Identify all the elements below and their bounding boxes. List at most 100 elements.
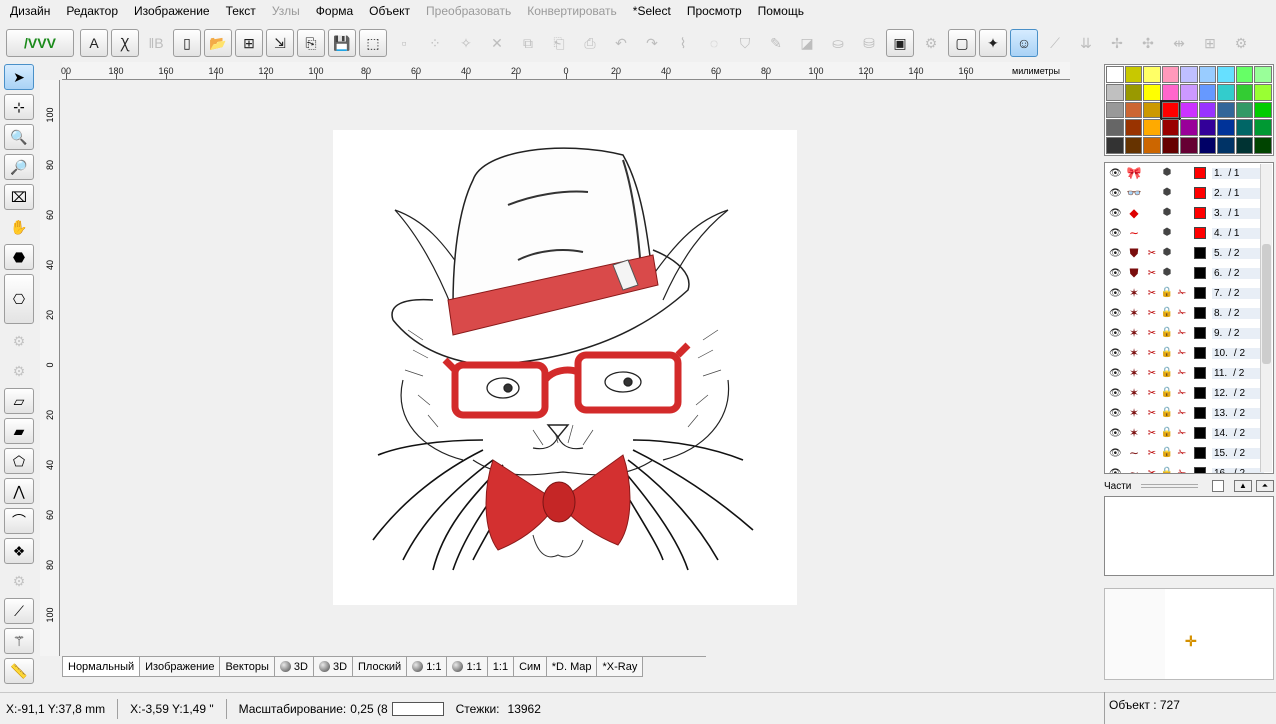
color-swatch[interactable] [1198, 83, 1217, 101]
object-row[interactable]: 👁 ∼ ✂ 🔒 ✁ 16. / 2 [1105, 463, 1273, 474]
color-swatch[interactable] [1217, 83, 1235, 101]
color-swatch[interactable] [1143, 137, 1161, 154]
parts-top-button[interactable]: ⏶ [1256, 480, 1274, 492]
menu-item[interactable]: Просмотр [679, 0, 750, 22]
color-swatch[interactable] [1124, 119, 1143, 137]
save-button[interactable]: 💾 [328, 29, 356, 57]
bucket-icon[interactable]: ⛀ [824, 29, 852, 57]
text-tool-button[interactable]: A [80, 29, 108, 57]
node-select-icon[interactable]: ✧ [452, 29, 480, 57]
eye-icon[interactable]: 👁 [1109, 308, 1122, 319]
menu-item[interactable]: Дизайн [2, 0, 58, 22]
scissors-icon[interactable]: ✂ [1146, 308, 1158, 319]
color-swatch[interactable] [1143, 83, 1161, 101]
paste-icon[interactable]: ⎗ [545, 29, 573, 57]
stitch-type-icon[interactable]: ⬢ [1160, 207, 1174, 219]
lock-icon[interactable]: 🔒 [1160, 327, 1174, 339]
color-swatch[interactable] [1143, 66, 1161, 83]
undo-icon[interactable]: ↶ [607, 29, 635, 57]
fill-icon[interactable]: ◪ [793, 29, 821, 57]
object-row[interactable]: 👁 ✶ ✂ 🔒 ✁ 11. / 2 [1105, 363, 1273, 383]
scissors-icon[interactable]: ✂ [1146, 248, 1158, 259]
color-swatch[interactable] [1143, 101, 1161, 119]
paste-special-icon[interactable]: ⎙ [576, 29, 604, 57]
scissors-icon[interactable]: ✂ [1146, 388, 1158, 399]
object-color-box[interactable] [1194, 247, 1206, 259]
eye-icon[interactable]: 👁 [1109, 408, 1122, 419]
object-color-box[interactable] [1194, 467, 1206, 473]
lock-icon[interactable]: 🔒 [1160, 407, 1174, 419]
color-swatch[interactable] [1124, 137, 1143, 154]
object-row[interactable]: 👁 ⛊ ✂ ⬢ 6. / 2 [1105, 263, 1273, 283]
arrows-down-icon[interactable]: ⇊ [1072, 29, 1100, 57]
lock-icon[interactable]: 🔒 [1160, 387, 1174, 399]
view-tab[interactable]: *X-Ray [596, 657, 644, 677]
eye-icon[interactable]: 👁 [1109, 208, 1122, 219]
menu-item[interactable]: Конвертировать [519, 0, 625, 22]
color-swatch[interactable] [1106, 137, 1124, 154]
select-rect-icon[interactable]: ▫ [390, 29, 418, 57]
scissors-icon[interactable]: ✂ [1146, 328, 1158, 339]
object-color-box[interactable] [1194, 447, 1206, 459]
view-tab[interactable]: 3D [273, 657, 314, 677]
scrollbar-thumb[interactable] [1262, 244, 1271, 364]
color-swatch[interactable] [1198, 119, 1217, 137]
eye-icon[interactable]: 👁 [1109, 288, 1122, 299]
zigzag-tool[interactable]: ⋀ [4, 478, 34, 504]
object-row[interactable]: 👁 ✶ ✂ 🔒 ✁ 9. / 2 [1105, 323, 1273, 343]
object-row[interactable]: 👁 ✶ ✂ 🔒 ✁ 12. / 2 [1105, 383, 1273, 403]
object-color-box[interactable] [1194, 187, 1206, 199]
lock-icon[interactable]: 🔒 [1160, 307, 1174, 319]
color-swatch[interactable] [1217, 66, 1235, 83]
lock-icon[interactable]: 🔒 [1160, 427, 1174, 439]
color-swatch[interactable] [1235, 137, 1254, 154]
eye-icon[interactable]: 👁 [1109, 348, 1122, 359]
eye-icon[interactable]: 👁 [1109, 228, 1122, 239]
region-tool[interactable]: ⬠ [4, 448, 34, 474]
view-tab[interactable]: Изображение [139, 657, 221, 677]
settings-icon[interactable]: ⚙ [1227, 29, 1255, 57]
view-tab[interactable]: Нормальный [62, 657, 141, 677]
lasso-icon[interactable]: ⁘ [421, 29, 449, 57]
stitch-type-icon[interactable]: ⬢ [1160, 227, 1174, 239]
color-swatch[interactable] [1235, 101, 1254, 119]
lock-icon[interactable]: 🔒 [1160, 447, 1174, 459]
object-color-box[interactable] [1194, 167, 1206, 179]
eye-icon[interactable]: 👁 [1109, 368, 1122, 379]
scissors-icon[interactable]: ✂ [1146, 348, 1158, 359]
object-row[interactable]: 👁 ∼ ⬢ 4. / 1 [1105, 223, 1273, 243]
lock-icon[interactable]: 🔒 [1160, 467, 1174, 473]
menu-item[interactable]: Текст [218, 0, 264, 22]
node-tool[interactable]: ⊹ [4, 94, 34, 120]
stitch-type-icon[interactable]: ⬢ [1160, 247, 1174, 259]
scissors-icon[interactable]: ✂ [1146, 288, 1158, 299]
lock-icon[interactable]: 🔒 [1160, 287, 1174, 299]
parts-up-button[interactable]: ▲ [1234, 480, 1252, 492]
menu-item[interactable]: Преобразовать [418, 0, 519, 22]
view-tab[interactable]: Векторы [219, 657, 275, 677]
preview-button[interactable]: ▣ [886, 29, 914, 57]
eye-icon[interactable]: 👁 [1109, 248, 1122, 259]
spread-icon[interactable]: ✣ [1134, 29, 1162, 57]
view-tab[interactable]: *D. Map [545, 657, 598, 677]
scissors-icon[interactable]: ✂ [1146, 428, 1158, 439]
copy-icon[interactable]: ⧉ [514, 29, 542, 57]
color-swatch[interactable] [1106, 101, 1124, 119]
object-list-scrollbar[interactable] [1260, 164, 1272, 472]
color-swatch[interactable] [1124, 66, 1143, 83]
motif-tool[interactable]: ❖ [4, 538, 34, 564]
color-swatch[interactable] [1124, 101, 1143, 119]
align-text-button[interactable]: ǁB [142, 29, 170, 57]
grid-icon[interactable]: ⊞ [1196, 29, 1224, 57]
eye-icon[interactable]: 👁 [1109, 468, 1122, 474]
color-swatch[interactable] [1106, 66, 1124, 83]
menu-item[interactable]: *Select [625, 0, 679, 22]
frame-button[interactable]: ▢ [948, 29, 976, 57]
object-color-box[interactable] [1194, 267, 1206, 279]
path-icon[interactable]: ⌇ [669, 29, 697, 57]
menu-item[interactable]: Объект [361, 0, 418, 22]
color-swatch[interactable] [1161, 83, 1180, 101]
object-row[interactable]: 👁 ◆ ⬢ 3. / 1 [1105, 203, 1273, 223]
view-tab[interactable]: 1:1 [486, 657, 515, 677]
stitch-type-icon[interactable]: ⬢ [1160, 167, 1174, 179]
